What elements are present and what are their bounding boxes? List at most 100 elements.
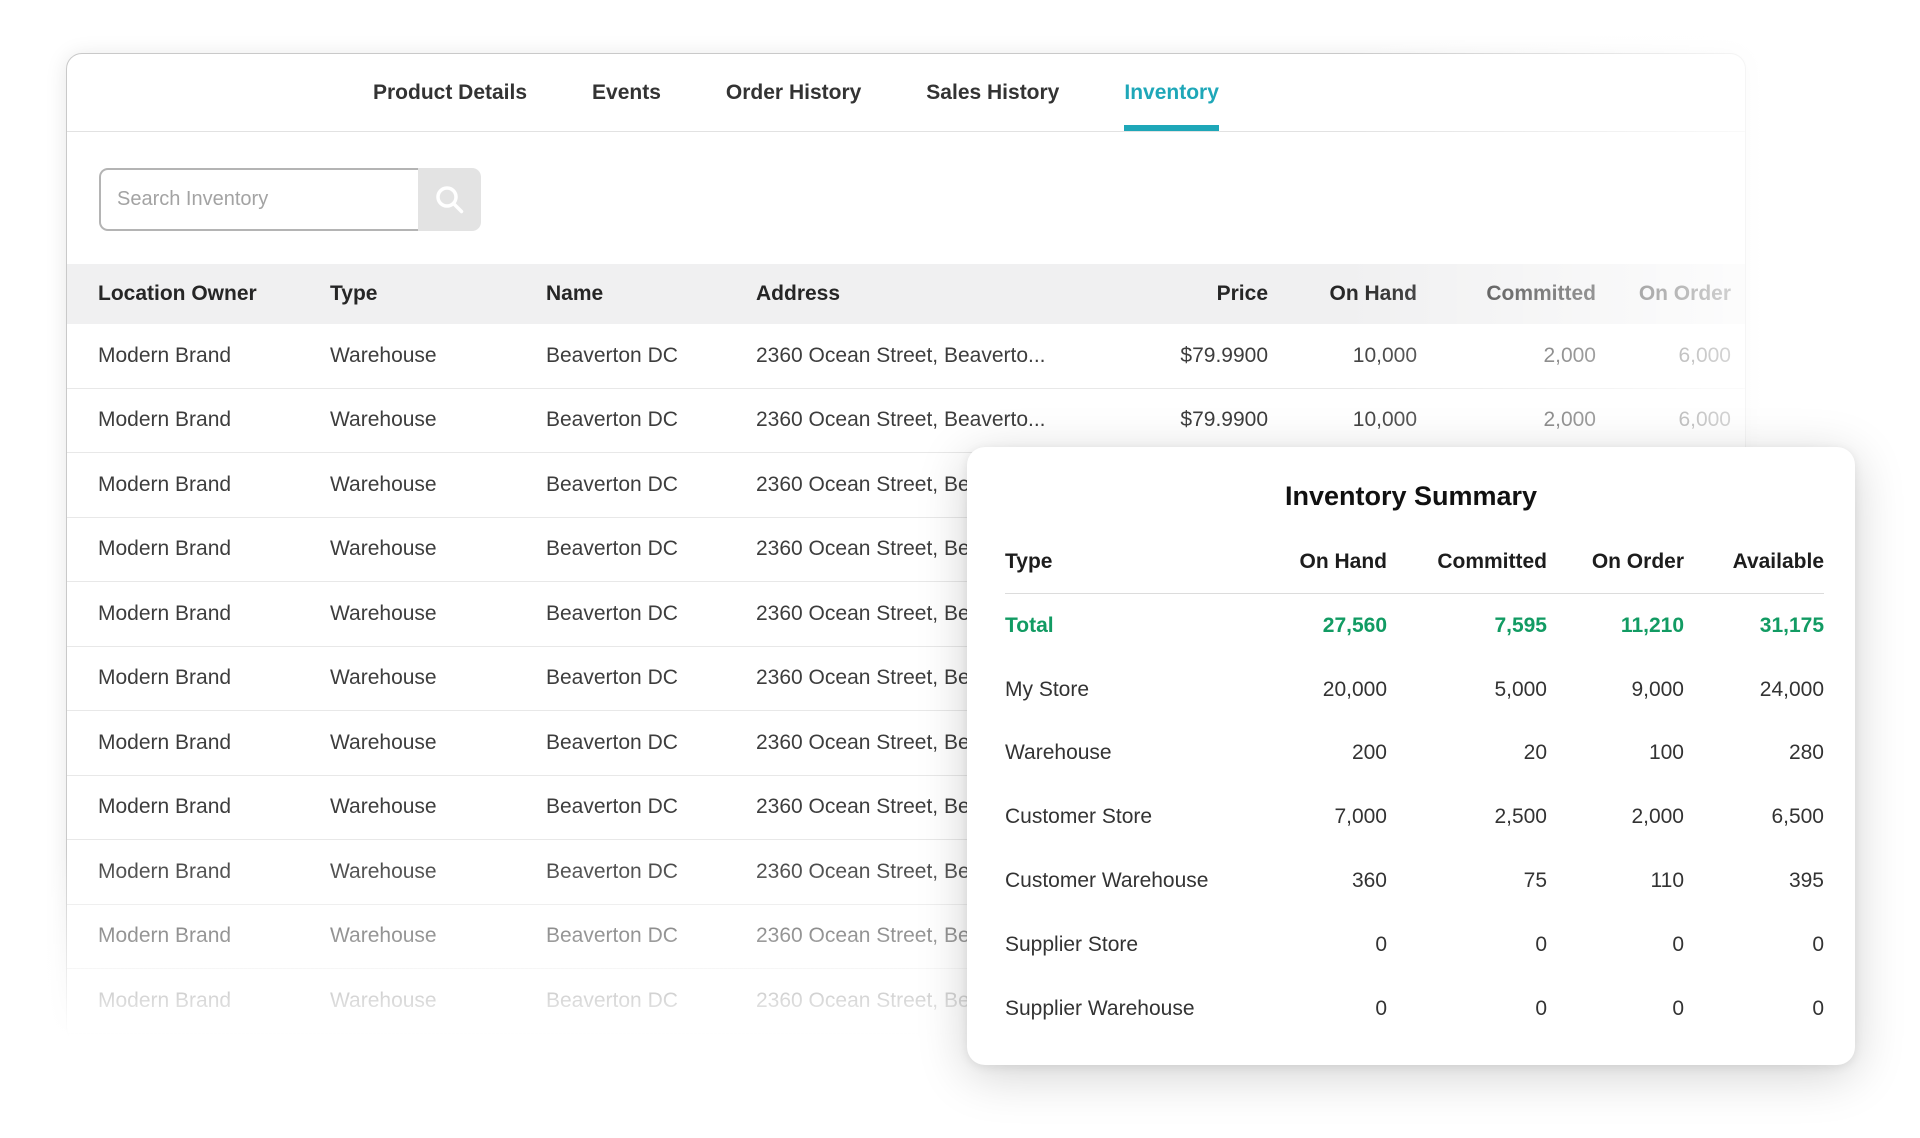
col-header-on-order: On Order bbox=[1596, 282, 1731, 306]
summary-cell-available: 31,175 bbox=[1684, 614, 1824, 638]
tab-events[interactable]: Events bbox=[592, 54, 661, 131]
summary-table-body: Total 27,560 7,595 11,210 31,175 My Stor… bbox=[1005, 594, 1824, 1041]
summary-cell-on-hand: 0 bbox=[1237, 933, 1387, 957]
inventory-summary-popup: Inventory Summary Type On Hand Committed… bbox=[967, 447, 1855, 1065]
col-header-address: Address bbox=[756, 282, 1168, 306]
cell-type: Warehouse bbox=[330, 989, 546, 1013]
col-header-type: Type bbox=[330, 282, 546, 306]
summary-cell-type: Customer Store bbox=[1005, 805, 1237, 829]
summary-cell-type: Customer Warehouse bbox=[1005, 869, 1237, 893]
tab-inventory[interactable]: Inventory bbox=[1124, 54, 1219, 131]
summary-cell-type: Total bbox=[1005, 614, 1237, 638]
col-header-location-owner: Location Owner bbox=[67, 282, 330, 306]
summary-col-on-order: On Order bbox=[1547, 550, 1684, 574]
cell-name: Beaverton DC bbox=[546, 731, 756, 755]
cell-on-hand: 10,000 bbox=[1268, 408, 1417, 432]
tab-product-details[interactable]: Product Details bbox=[373, 54, 527, 131]
search-icon bbox=[433, 183, 467, 217]
cell-name: Beaverton DC bbox=[546, 473, 756, 497]
summary-cell-available: 395 bbox=[1684, 869, 1824, 893]
summary-cell-committed: 0 bbox=[1387, 933, 1547, 957]
cell-name: Beaverton DC bbox=[546, 408, 756, 432]
cell-location-owner: Modern Brand bbox=[67, 731, 330, 755]
col-header-name: Name bbox=[546, 282, 756, 306]
summary-cell-committed: 20 bbox=[1387, 741, 1547, 765]
summary-row: Supplier Warehouse 0 0 0 0 bbox=[1005, 977, 1824, 1041]
cell-address: 2360 Ocean Street, Beaverto... bbox=[756, 344, 1168, 368]
cell-name: Beaverton DC bbox=[546, 537, 756, 561]
summary-cell-committed: 0 bbox=[1387, 997, 1547, 1021]
summary-cell-on-order: 2,000 bbox=[1547, 805, 1684, 829]
tab-sales-history[interactable]: Sales History bbox=[926, 54, 1059, 131]
cell-location-owner: Modern Brand bbox=[67, 860, 330, 884]
cell-type: Warehouse bbox=[330, 602, 546, 626]
cell-name: Beaverton DC bbox=[546, 602, 756, 626]
summary-col-available: Available bbox=[1684, 550, 1824, 574]
summary-cell-type: My Store bbox=[1005, 678, 1237, 702]
summary-cell-on-order: 0 bbox=[1547, 997, 1684, 1021]
summary-cell-committed: 7,595 bbox=[1387, 614, 1547, 638]
col-header-on-hand: On Hand bbox=[1268, 282, 1417, 306]
cell-type: Warehouse bbox=[330, 924, 546, 948]
summary-table: Type On Hand Committed On Order Availabl… bbox=[1005, 530, 1824, 1041]
table-row[interactable]: Modern Brand Warehouse Beaverton DC 2360… bbox=[67, 389, 1745, 454]
summary-table-header: Type On Hand Committed On Order Availabl… bbox=[1005, 530, 1824, 594]
summary-cell-on-order: 11,210 bbox=[1547, 614, 1684, 638]
cell-price: $79.9900 bbox=[1168, 408, 1268, 432]
cell-location-owner: Modern Brand bbox=[67, 473, 330, 497]
inventory-table-header: Location Owner Type Name Address Price O… bbox=[67, 264, 1745, 324]
summary-cell-type: Supplier Store bbox=[1005, 933, 1237, 957]
cell-type: Warehouse bbox=[330, 537, 546, 561]
summary-row: My Store 20,000 5,000 9,000 24,000 bbox=[1005, 658, 1824, 722]
cell-location-owner: Modern Brand bbox=[67, 537, 330, 561]
cell-committed: 2,000 bbox=[1417, 344, 1596, 368]
cell-type: Warehouse bbox=[330, 731, 546, 755]
cell-name: Beaverton DC bbox=[546, 989, 756, 1013]
summary-cell-committed: 75 bbox=[1387, 869, 1547, 893]
summary-cell-available: 6,500 bbox=[1684, 805, 1824, 829]
summary-cell-on-hand: 200 bbox=[1237, 741, 1387, 765]
summary-row: Total 27,560 7,595 11,210 31,175 bbox=[1005, 594, 1824, 658]
summary-cell-on-order: 100 bbox=[1547, 741, 1684, 765]
cell-type: Warehouse bbox=[330, 666, 546, 690]
summary-cell-committed: 5,000 bbox=[1387, 678, 1547, 702]
summary-cell-available: 24,000 bbox=[1684, 678, 1824, 702]
inventory-search bbox=[99, 168, 481, 231]
summary-cell-available: 0 bbox=[1684, 997, 1824, 1021]
search-input[interactable] bbox=[99, 168, 418, 231]
cell-address: 2360 Ocean Street, Beaverto... bbox=[756, 408, 1168, 432]
summary-col-on-hand: On Hand bbox=[1237, 550, 1387, 574]
summary-cell-on-hand: 27,560 bbox=[1237, 614, 1387, 638]
summary-cell-on-hand: 360 bbox=[1237, 869, 1387, 893]
search-button[interactable] bbox=[418, 168, 481, 231]
cell-name: Beaverton DC bbox=[546, 666, 756, 690]
cell-name: Beaverton DC bbox=[546, 924, 756, 948]
summary-cell-on-order: 9,000 bbox=[1547, 678, 1684, 702]
summary-col-type: Type bbox=[1005, 550, 1237, 574]
summary-cell-on-hand: 7,000 bbox=[1237, 805, 1387, 829]
cell-name: Beaverton DC bbox=[546, 860, 756, 884]
cell-type: Warehouse bbox=[330, 860, 546, 884]
tab-bar: Product Details Events Order History Sal… bbox=[67, 54, 1745, 132]
summary-cell-on-order: 110 bbox=[1547, 869, 1684, 893]
cell-committed: 2,000 bbox=[1417, 408, 1596, 432]
summary-row: Warehouse 200 20 100 280 bbox=[1005, 722, 1824, 786]
summary-cell-available: 0 bbox=[1684, 933, 1824, 957]
summary-row: Customer Warehouse 360 75 110 395 bbox=[1005, 849, 1824, 913]
summary-col-committed: Committed bbox=[1387, 550, 1547, 574]
cell-location-owner: Modern Brand bbox=[67, 344, 330, 368]
cell-price: $79.9900 bbox=[1168, 344, 1268, 368]
cell-location-owner: Modern Brand bbox=[67, 408, 330, 432]
col-header-committed: Committed bbox=[1417, 282, 1596, 306]
cell-type: Warehouse bbox=[330, 408, 546, 432]
summary-cell-type: Warehouse bbox=[1005, 741, 1237, 765]
cell-location-owner: Modern Brand bbox=[67, 924, 330, 948]
col-header-price: Price bbox=[1168, 282, 1268, 306]
summary-cell-on-order: 0 bbox=[1547, 933, 1684, 957]
table-row[interactable]: Modern Brand Warehouse Beaverton DC 2360… bbox=[67, 324, 1745, 389]
cell-location-owner: Modern Brand bbox=[67, 602, 330, 626]
summary-cell-available: 280 bbox=[1684, 741, 1824, 765]
summary-row: Customer Store 7,000 2,500 2,000 6,500 bbox=[1005, 785, 1824, 849]
tab-order-history[interactable]: Order History bbox=[726, 54, 861, 131]
cell-location-owner: Modern Brand bbox=[67, 989, 330, 1013]
